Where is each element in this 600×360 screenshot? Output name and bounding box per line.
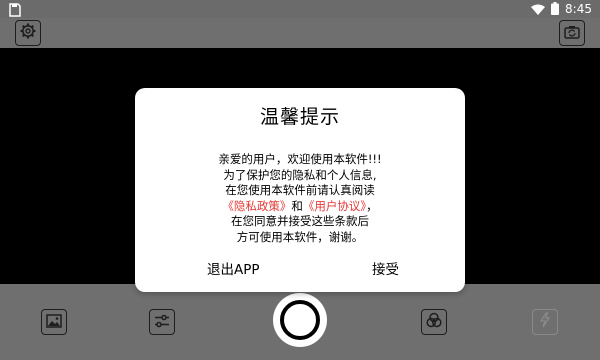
switch-camera-icon (564, 24, 580, 43)
settings-button[interactable] (15, 20, 41, 46)
trailing-comma: ， (366, 198, 378, 213)
battery-icon (551, 0, 560, 19)
top-toolbar (0, 18, 600, 48)
switch-camera-button[interactable] (559, 20, 585, 46)
status-bar: 8:45 (0, 0, 600, 18)
accept-button[interactable]: 接受 (372, 258, 399, 278)
privacy-policy-link[interactable]: 《隐私政策》 (222, 199, 291, 213)
camera-screen: 8:45 温馨提示 亲爱的用户，欢迎使用本软件!!! 为了保护您的隐私和个人信息… (0, 0, 600, 360)
wifi-icon (531, 0, 546, 19)
adjust-button[interactable] (149, 309, 175, 335)
dialog-line-1: 亲爱的用户，欢迎使用本软件!!! (218, 152, 382, 166)
shutter-button[interactable] (273, 293, 327, 347)
and-text: 和 (291, 198, 303, 213)
image-icon (46, 313, 62, 332)
exit-app-button[interactable]: 退出APP (207, 258, 260, 278)
flash-button[interactable] (532, 309, 558, 335)
status-icons: 8:45 (531, 0, 592, 18)
dialog-message: 亲爱的用户，欢迎使用本软件!!! 为了保护您的隐私和个人信息, 在您使用本软件前… (135, 152, 465, 245)
gear-icon (20, 23, 36, 43)
save-icon (9, 2, 21, 17)
sliders-icon (154, 313, 170, 332)
user-agreement-link[interactable]: 《用户协议》 (303, 199, 366, 213)
dialog-line-2: 为了保护您的隐私和个人信息, (223, 167, 377, 182)
status-time: 8:45 (565, 2, 592, 16)
filters-button[interactable] (421, 309, 447, 335)
dialog-line-5: 在您同意并接受这些条款后 (231, 214, 369, 228)
flash-icon (538, 312, 552, 332)
dialog-line-4: 《隐私政策》和《用户协议》， (135, 199, 465, 215)
privacy-dialog: 温馨提示 亲爱的用户，欢迎使用本软件!!! 为了保护您的隐私和个人信息, 在您使… (135, 88, 465, 292)
gallery-button[interactable] (41, 309, 67, 335)
dialog-actions: 退出APP 接受 (135, 258, 465, 282)
dialog-line-3: 在您使用本软件前请认真阅读 (225, 183, 375, 197)
filters-icon (426, 312, 442, 332)
dialog-line-6: 方可使用本软件，谢谢。 (236, 229, 364, 244)
shutter-ring (280, 300, 320, 340)
dialog-title: 温馨提示 (259, 106, 340, 128)
